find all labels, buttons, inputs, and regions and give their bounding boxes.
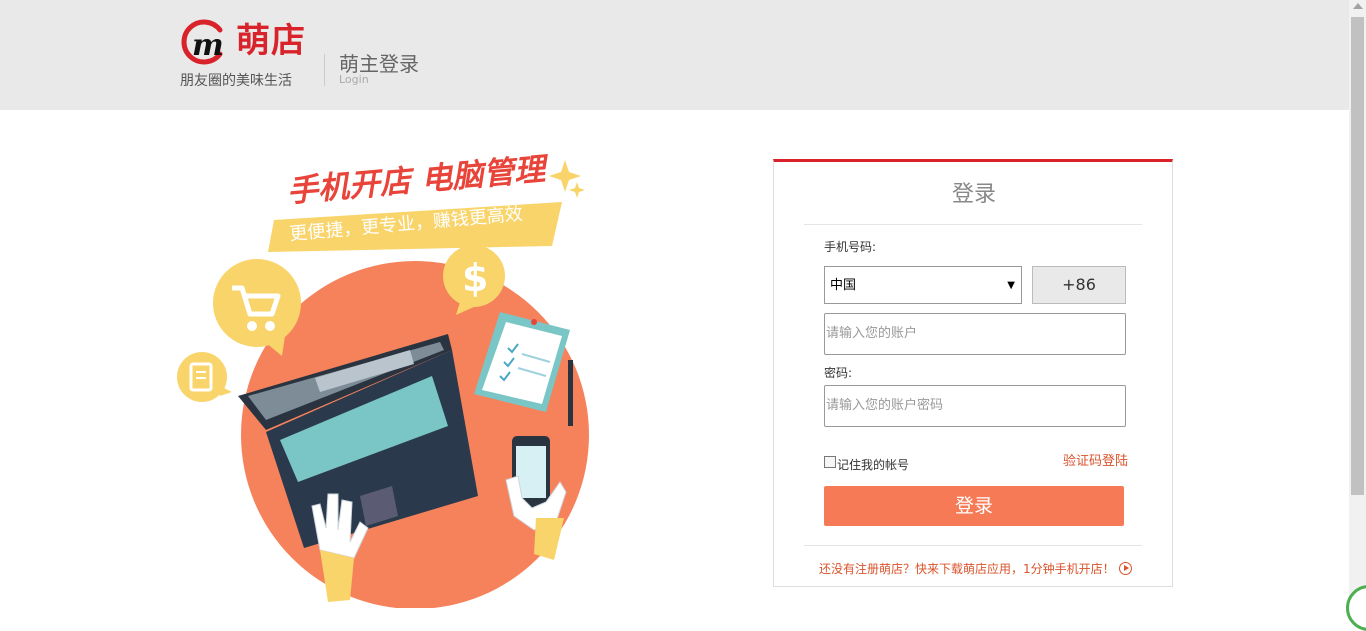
country-select[interactable]: 中国 ▼ xyxy=(824,266,1022,304)
site-header: m 萌店 朋友圈的美味生活 萌主登录 Login xyxy=(0,0,1349,110)
arrow-circle-icon xyxy=(1118,562,1132,575)
brand-slogan: 朋友圈的美味生活 xyxy=(180,73,292,89)
password-label: 密码: xyxy=(824,366,853,380)
brand-name: 萌店 xyxy=(236,21,306,61)
panel-divider xyxy=(804,224,1142,225)
password-input[interactable]: 请输入您的账户密码 xyxy=(824,385,1126,427)
sms-login-link[interactable]: 验证码登陆 xyxy=(1063,450,1128,469)
remember-checkbox[interactable] xyxy=(824,456,836,468)
svg-text:m: m xyxy=(192,28,224,63)
promo-headline: 手机开店 电脑管理 xyxy=(286,151,552,210)
header-divider xyxy=(324,54,325,86)
scrollbar-thumb[interactable] xyxy=(1351,17,1364,495)
login-panel-title: 登录 xyxy=(951,182,996,207)
remember-label: 记住我的帐号 xyxy=(837,458,910,472)
scroll-up-arrow-icon[interactable] xyxy=(1353,3,1363,9)
country-select-value: 中国 xyxy=(830,278,857,293)
chevron-down-icon: ▼ xyxy=(1007,280,1015,291)
sparkle-small-icon xyxy=(569,182,585,198)
login-panel: 登录 手机号码: 中国 ▼ +86 请输入您的账户 密码: 请输入您的账户密码 … xyxy=(773,159,1173,587)
country-code: +86 xyxy=(1032,266,1126,304)
account-input[interactable]: 请输入您的账户 xyxy=(824,313,1126,355)
account-placeholder: 请输入您的账户 xyxy=(826,326,918,341)
header-login-subtitle: Login xyxy=(339,73,369,86)
register-link[interactable]: 还没有注册萌店？快来下载萌店应用，1分钟手机开店！ xyxy=(819,560,1132,577)
register-text: 还没有注册萌店？快来下载萌店应用，1分钟手机开店！ xyxy=(819,562,1115,576)
logo-m-icon: m xyxy=(181,19,224,65)
pen-icon xyxy=(568,360,573,426)
password-placeholder: 请输入您的账户密码 xyxy=(826,398,944,413)
promo-illustration: 手机开店 电脑管理 更便捷，更专业，赚钱更高效 $ xyxy=(177,151,589,608)
remember-me: 记住我的帐号 xyxy=(824,456,909,473)
dollar-icon: $ xyxy=(462,256,488,300)
panel-divider-bottom xyxy=(804,545,1142,546)
phone-label: 手机号码: xyxy=(824,240,877,254)
cart-bubble xyxy=(213,259,301,347)
login-button[interactable]: 登录 xyxy=(824,486,1124,526)
